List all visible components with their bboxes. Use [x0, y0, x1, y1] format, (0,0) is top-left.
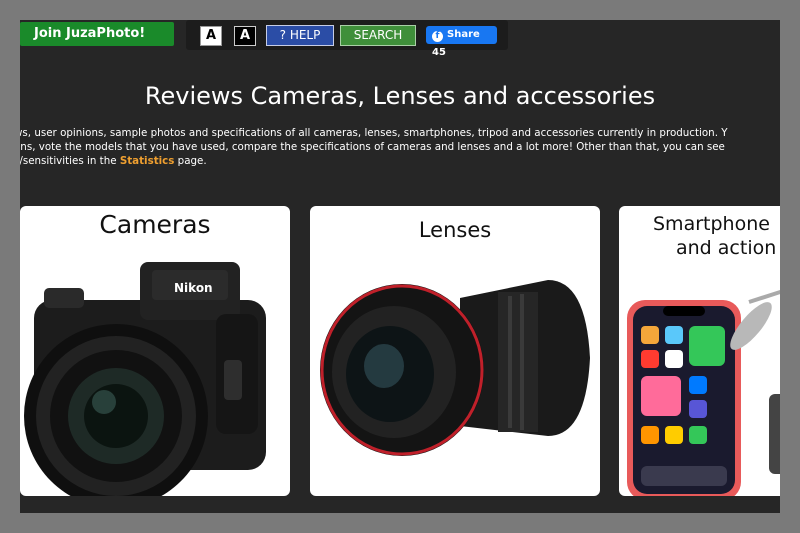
camera-icon: Nikon — [24, 262, 266, 496]
font-size-light-button[interactable]: A — [200, 26, 222, 46]
card-title-lenses: Lenses — [418, 218, 492, 242]
smartphone-icon — [627, 289, 780, 496]
page: Join JuzaPhoto! A A ? HELP SEARCH f Share… — [20, 20, 780, 513]
join-button[interactable]: Join JuzaPhoto! — [20, 22, 174, 46]
facebook-icon: f — [432, 31, 443, 42]
card-title-line-1: Smartphone — [653, 213, 770, 235]
search-button[interactable]: SEARCH — [340, 25, 416, 46]
font-size-dark-button[interactable]: A — [234, 26, 256, 46]
facebook-share-button[interactable]: f Share 45 — [426, 26, 497, 58]
camera-brand-badge: Nikon — [174, 281, 213, 295]
intro-line-3: s/sensitivities in the Statistics page. — [20, 154, 780, 168]
statistics-link[interactable]: Statistics — [120, 155, 175, 167]
category-card-smartphones[interactable]: Smartphone and action — [619, 206, 780, 496]
tool-group: A A ? HELP SEARCH f Share 45 — [186, 20, 508, 58]
category-card-lenses[interactable]: Lenses — [310, 206, 600, 496]
top-toolbar: Join JuzaPhoto! A A ? HELP SEARCH f Share… — [20, 20, 780, 58]
intro-line-1: ws, user opinions, sample photos and spe… — [20, 127, 728, 139]
lens-icon — [320, 280, 590, 456]
page-title: Reviews Cameras, Lenses and accessories — [144, 82, 656, 110]
card-title-smartphones: Smartphone and action — [653, 212, 780, 260]
card-title-line-2: and action — [676, 237, 777, 259]
intro-line-2: ons, vote the models that you have used,… — [20, 141, 725, 153]
help-button[interactable]: ? HELP — [266, 25, 334, 46]
intro-text: ws, user opinions, sample photos and spe… — [20, 126, 780, 168]
category-card-cameras[interactable]: Cameras Nikon — [20, 206, 290, 496]
intro-line-3-end: page. — [174, 155, 207, 167]
card-title-cameras: Cameras — [99, 210, 211, 239]
intro-line-3-start: s/sensitivities in the — [20, 155, 120, 167]
